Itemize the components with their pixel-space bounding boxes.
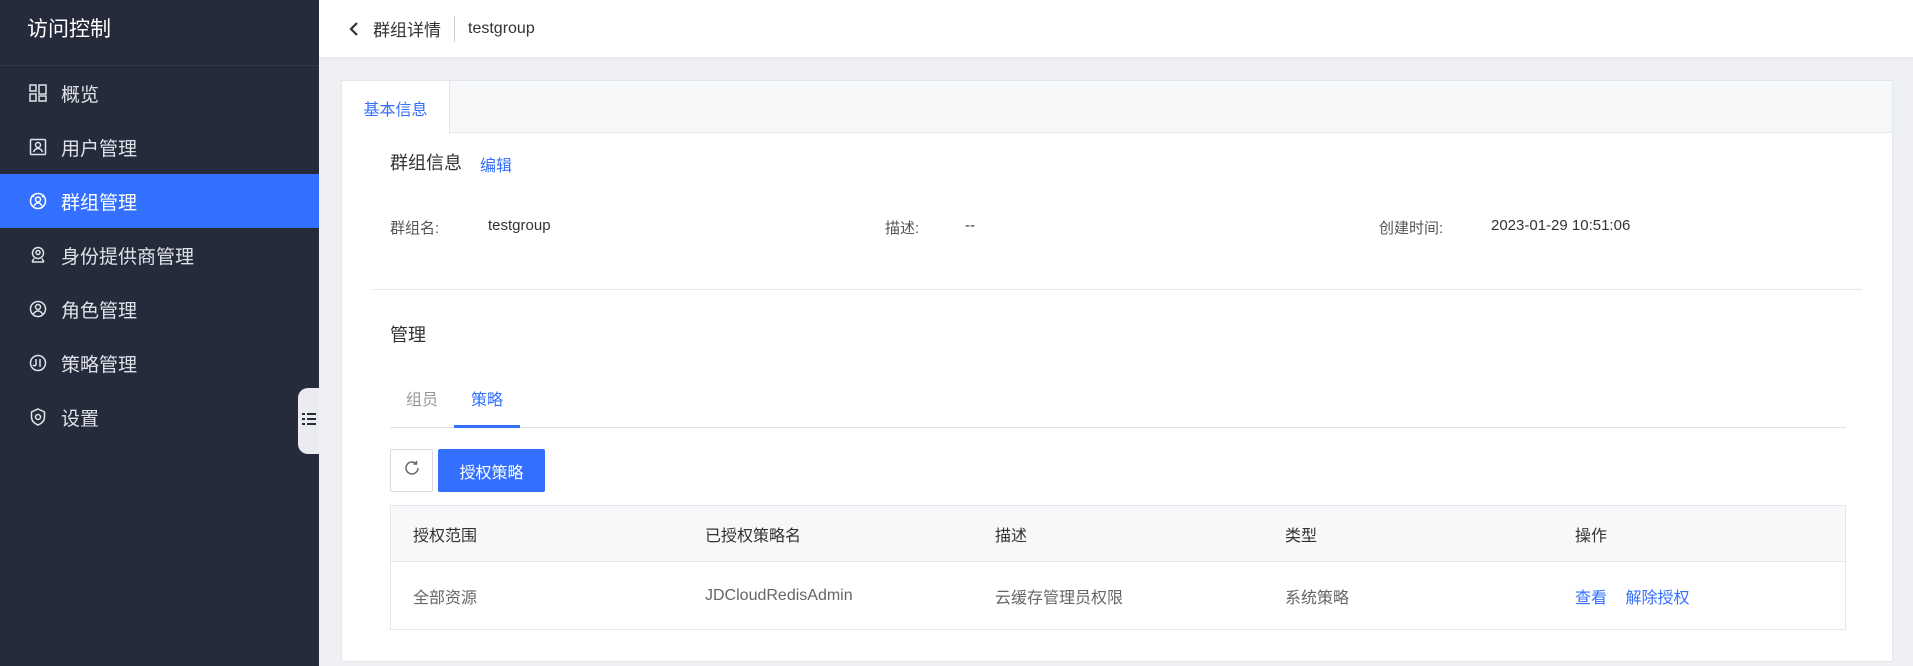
sidebar-item-users[interactable]: 用户管理: [0, 120, 319, 174]
sidebar-item-roles[interactable]: 角色管理: [0, 282, 319, 336]
identity-provider-icon: [27, 244, 49, 266]
description-label: 描述:: [885, 220, 920, 237]
created-time-value: 2023-01-29 10:51:06: [1491, 217, 1631, 234]
cell-type: 系统策略: [1285, 589, 1350, 607]
sidebar-item-label: 身份提供商管理: [61, 246, 195, 268]
revoke-authorization-link[interactable]: 解除授权: [1625, 590, 1689, 607]
group-info-title: 群组信息: [390, 153, 462, 173]
group-name-value: testgroup: [488, 217, 551, 234]
page-title: 群组详情: [373, 21, 441, 40]
column-header-description: 描述: [995, 527, 1028, 545]
sidebar: 访问控制 概览 用户管理 群组管理 身份提供商管理 角色管理 策略管理 设置: [0, 0, 319, 666]
settings-shield-icon: [27, 406, 49, 428]
column-header-scope: 授权范围: [413, 527, 478, 545]
back-chevron-icon[interactable]: [343, 18, 365, 40]
view-link[interactable]: 查看: [1575, 590, 1607, 607]
policy-icon: [27, 352, 49, 374]
tab-policies[interactable]: 策略: [454, 375, 520, 428]
sidebar-item-label: 策略管理: [61, 354, 138, 376]
app-title: 访问控制: [0, 0, 319, 66]
authorize-policy-button[interactable]: 授权策略: [438, 449, 545, 492]
dashboard-icon: [27, 82, 49, 104]
tab-members[interactable]: 组员: [406, 375, 438, 428]
refresh-button[interactable]: [390, 449, 433, 492]
header-divider: [454, 15, 455, 42]
group-name-label: 群组名:: [390, 220, 440, 237]
manage-title: 管理: [390, 325, 426, 345]
cell-description: 云缓存管理员权限: [995, 589, 1124, 607]
sidebar-collapse-handle[interactable]: [298, 388, 319, 454]
sidebar-item-label: 概览: [61, 84, 100, 106]
refresh-icon: [403, 459, 421, 482]
sidebar-item-identity-providers[interactable]: 身份提供商管理: [0, 228, 319, 282]
sidebar-item-label: 角色管理: [61, 300, 138, 322]
page-subtitle: testgroup: [468, 19, 535, 37]
cell-policy-name: JDCloudRedisAdmin: [705, 586, 853, 604]
edit-link[interactable]: 编辑: [480, 152, 512, 176]
page-header: 群组详情 testgroup: [319, 0, 1913, 57]
column-header-actions: 操作: [1575, 527, 1608, 545]
sidebar-item-label: 用户管理: [61, 138, 138, 160]
manage-tabs: 组员 策略: [390, 375, 1846, 428]
created-time-label: 创建时间:: [1379, 220, 1444, 237]
sidebar-item-overview[interactable]: 概览: [0, 66, 319, 120]
sidebar-item-policies[interactable]: 策略管理: [0, 336, 319, 390]
table-row: 全部资源 JDCloudRedisAdmin 云缓存管理员权限 系统策略 查看 …: [391, 562, 1845, 629]
tab-basic-info[interactable]: 基本信息: [342, 81, 450, 134]
sidebar-item-label: 设置: [61, 408, 100, 430]
detail-card: 基本信息 群组信息 编辑 群组名: testgroup 描述: -- 创建时间:…: [341, 80, 1893, 662]
cell-scope: 全部资源: [413, 589, 478, 607]
sidebar-item-settings[interactable]: 设置: [0, 390, 319, 444]
description-value: --: [965, 217, 975, 234]
column-header-type: 类型: [1285, 527, 1318, 545]
sidebar-item-groups[interactable]: 群组管理: [0, 174, 319, 228]
card-tab-bar: 基本信息: [342, 81, 1892, 134]
cell-actions: 查看 解除授权: [1553, 584, 1843, 608]
collapse-menu-icon: [301, 412, 316, 431]
user-card-icon: [27, 136, 49, 158]
group-icon: [27, 190, 49, 212]
column-header-policy-name: 已授权策略名: [705, 527, 802, 545]
table-header: 授权范围 已授权策略名 描述 类型 操作: [391, 506, 1845, 562]
section-divider: [372, 289, 1862, 290]
policy-table: 授权范围 已授权策略名 描述 类型 操作 全部资源 JDCloudRedisAd…: [390, 505, 1846, 630]
role-icon: [27, 298, 49, 320]
sidebar-nav: 概览 用户管理 群组管理 身份提供商管理 角色管理 策略管理 设置: [0, 66, 319, 444]
sidebar-item-label: 群组管理: [61, 192, 138, 214]
